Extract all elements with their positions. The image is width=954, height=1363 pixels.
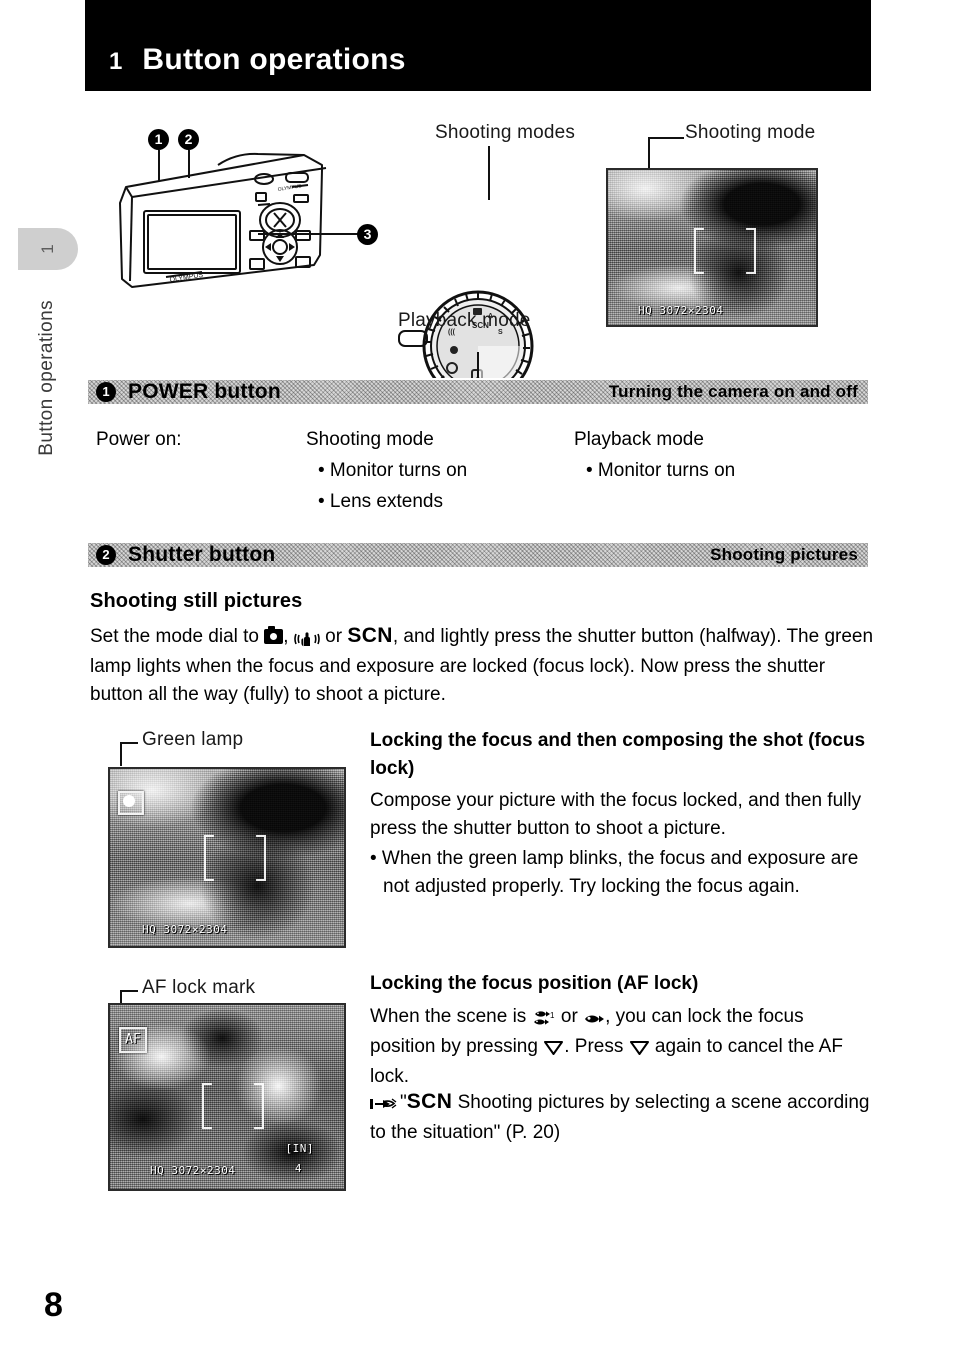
green-lamp-indicator (118, 791, 144, 815)
lcd-preview-shooting-mode: HQ 3072×2304 (606, 168, 818, 327)
power-shooting-item-1: • Lens extends (318, 491, 443, 512)
chapter-number: 1 (109, 48, 123, 75)
table-row: • Monitor turns on • Monitor turns on (96, 456, 735, 485)
section-badge-1: 1 (96, 382, 116, 402)
shutter-intro-or: or (325, 626, 343, 647)
spacer-cell (96, 456, 304, 485)
lcd-figure-focus-lock: HQ 3072×2304 (108, 767, 346, 948)
callout-leader-3 (258, 233, 358, 235)
section-subtitle-power-button: Turning the camera on and off (608, 382, 858, 401)
svg-text:1: 1 (550, 1011, 555, 1020)
shutter-intro-a: Set the mode dial to (90, 626, 259, 647)
heading-shooting-still-pictures: Shooting still pictures (90, 590, 303, 612)
chapter-header-bar: 1 Button operations (85, 0, 871, 91)
spacer-cell (96, 487, 304, 516)
section-header-left-group: 1 POWER button (96, 380, 281, 404)
section-header-shutter-button: 2 Shutter button Shooting pictures (88, 541, 868, 569)
lcd-osd-shots-remaining: 4 (294, 1162, 302, 1175)
leader-shooting-modes (488, 146, 490, 200)
camera-overview-figure: 1 2 OLYMPUS OLYMPUS 3 SCN (((A S Shooti… (0, 100, 954, 404)
scn-mode-label: SCN (347, 624, 393, 647)
image-stabilization-icon (294, 625, 320, 653)
underwater-wide-fish-icon: 1 (532, 1005, 556, 1033)
leader-green-lamp-v (120, 742, 122, 766)
shutter-intro-comma: , (283, 626, 289, 647)
figure-label-playback-mode: Playback mode (398, 310, 531, 331)
section-header-left-group: 2 Shutter button (96, 543, 275, 567)
paragraph-af-lock-body: When the scene is 1 or , you can lock th… (370, 1003, 870, 1091)
callout-marker-3: 3 (357, 224, 378, 245)
leader-green-lamp-h (120, 742, 138, 744)
af-lock-mark-indicator: AF (119, 1027, 147, 1053)
lcd-figure-af-lock: AF [IN] 4 HQ 3072×2304 (108, 1003, 346, 1191)
lcd-osd-quality-size: HQ 3072×2304 (638, 304, 724, 317)
heading-af-lock: Locking the focus position (AF lock) (370, 973, 699, 994)
power-shooting-mode-head: Shooting mode (306, 429, 434, 450)
figure-label-af-lock-mark: AF lock mark (142, 977, 256, 998)
down-arrow-pad-icon (629, 1035, 650, 1063)
af-bracket-overlay (202, 1083, 264, 1129)
power-on-row-label: Power on: (96, 429, 182, 450)
camera-mode-icon (264, 626, 284, 644)
chapter-header-inner: 1 Button operations (85, 43, 406, 91)
spacer-cell (574, 487, 735, 516)
af-bracket-overlay (694, 228, 756, 274)
af-lock-body-c: . Press (564, 1036, 624, 1057)
figure-label-shooting-mode: Shooting mode (685, 122, 816, 143)
power-playback-mode-head: Playback mode (574, 429, 704, 450)
section-title-power-button: POWER button (128, 380, 281, 403)
svg-text:OLYMPUS: OLYMPUS (277, 183, 302, 193)
underwater-macro-fish-icon (583, 1005, 605, 1033)
chapter-title: Button operations (142, 43, 406, 76)
pointing-hand-icon (370, 1091, 400, 1119)
paragraph-focus-lock-body: Compose your picture with the focus lock… (370, 790, 862, 839)
green-lamp-dot (123, 795, 135, 807)
table-row: Power on: Shooting mode Playback mode (96, 425, 735, 454)
section-header-power-button: 1 POWER button Turning the camera on and… (88, 378, 868, 406)
lcd-osd-quality-size: HQ 3072×2304 (150, 1164, 236, 1177)
leader-shooting-mode-v (648, 137, 650, 170)
ref-quote-open: " (400, 1092, 407, 1113)
power-playback-item-0: • Monitor turns on (586, 460, 736, 481)
figure-label-shooting-modes: Shooting modes (435, 122, 576, 143)
section-title-shutter-button: Shutter button (128, 543, 276, 566)
section-subtitle-shutter-button: Shooting pictures (710, 545, 858, 564)
leader-af-lock-h (120, 990, 138, 992)
cross-reference-scn: "SCN Shooting pictures by selecting a sc… (370, 1088, 870, 1147)
heading-focus-lock: Locking the focus and then composing the… (370, 730, 866, 779)
section-badge-2: 2 (96, 545, 116, 565)
leader-shooting-mode-h (648, 137, 684, 139)
figure-label-green-lamp: Green lamp (142, 729, 244, 750)
lcd-osd-quality-size: HQ 3072×2304 (142, 923, 228, 936)
paragraph-shooting-still-pictures: Set the mode dial to , or SCN, and light… (90, 622, 874, 709)
table-row: • Lens extends (96, 487, 735, 516)
af-bracket-overlay (204, 835, 266, 881)
lcd-osd-memory: [IN] (285, 1142, 314, 1155)
af-lock-body-or: or (560, 1006, 578, 1027)
down-arrow-pad-icon (543, 1035, 564, 1063)
power-shooting-item-0: • Monitor turns on (318, 460, 468, 481)
af-lock-body-a: When the scene is (370, 1006, 527, 1027)
power-on-behaviour-table: Power on: Shooting mode Playback mode • … (94, 423, 737, 518)
page-number: 8 (44, 1286, 63, 1324)
bullet-green-lamp-blinks: • When the green lamp blinks, the focus … (370, 848, 859, 897)
ref-scn-label: SCN (406, 1090, 453, 1113)
